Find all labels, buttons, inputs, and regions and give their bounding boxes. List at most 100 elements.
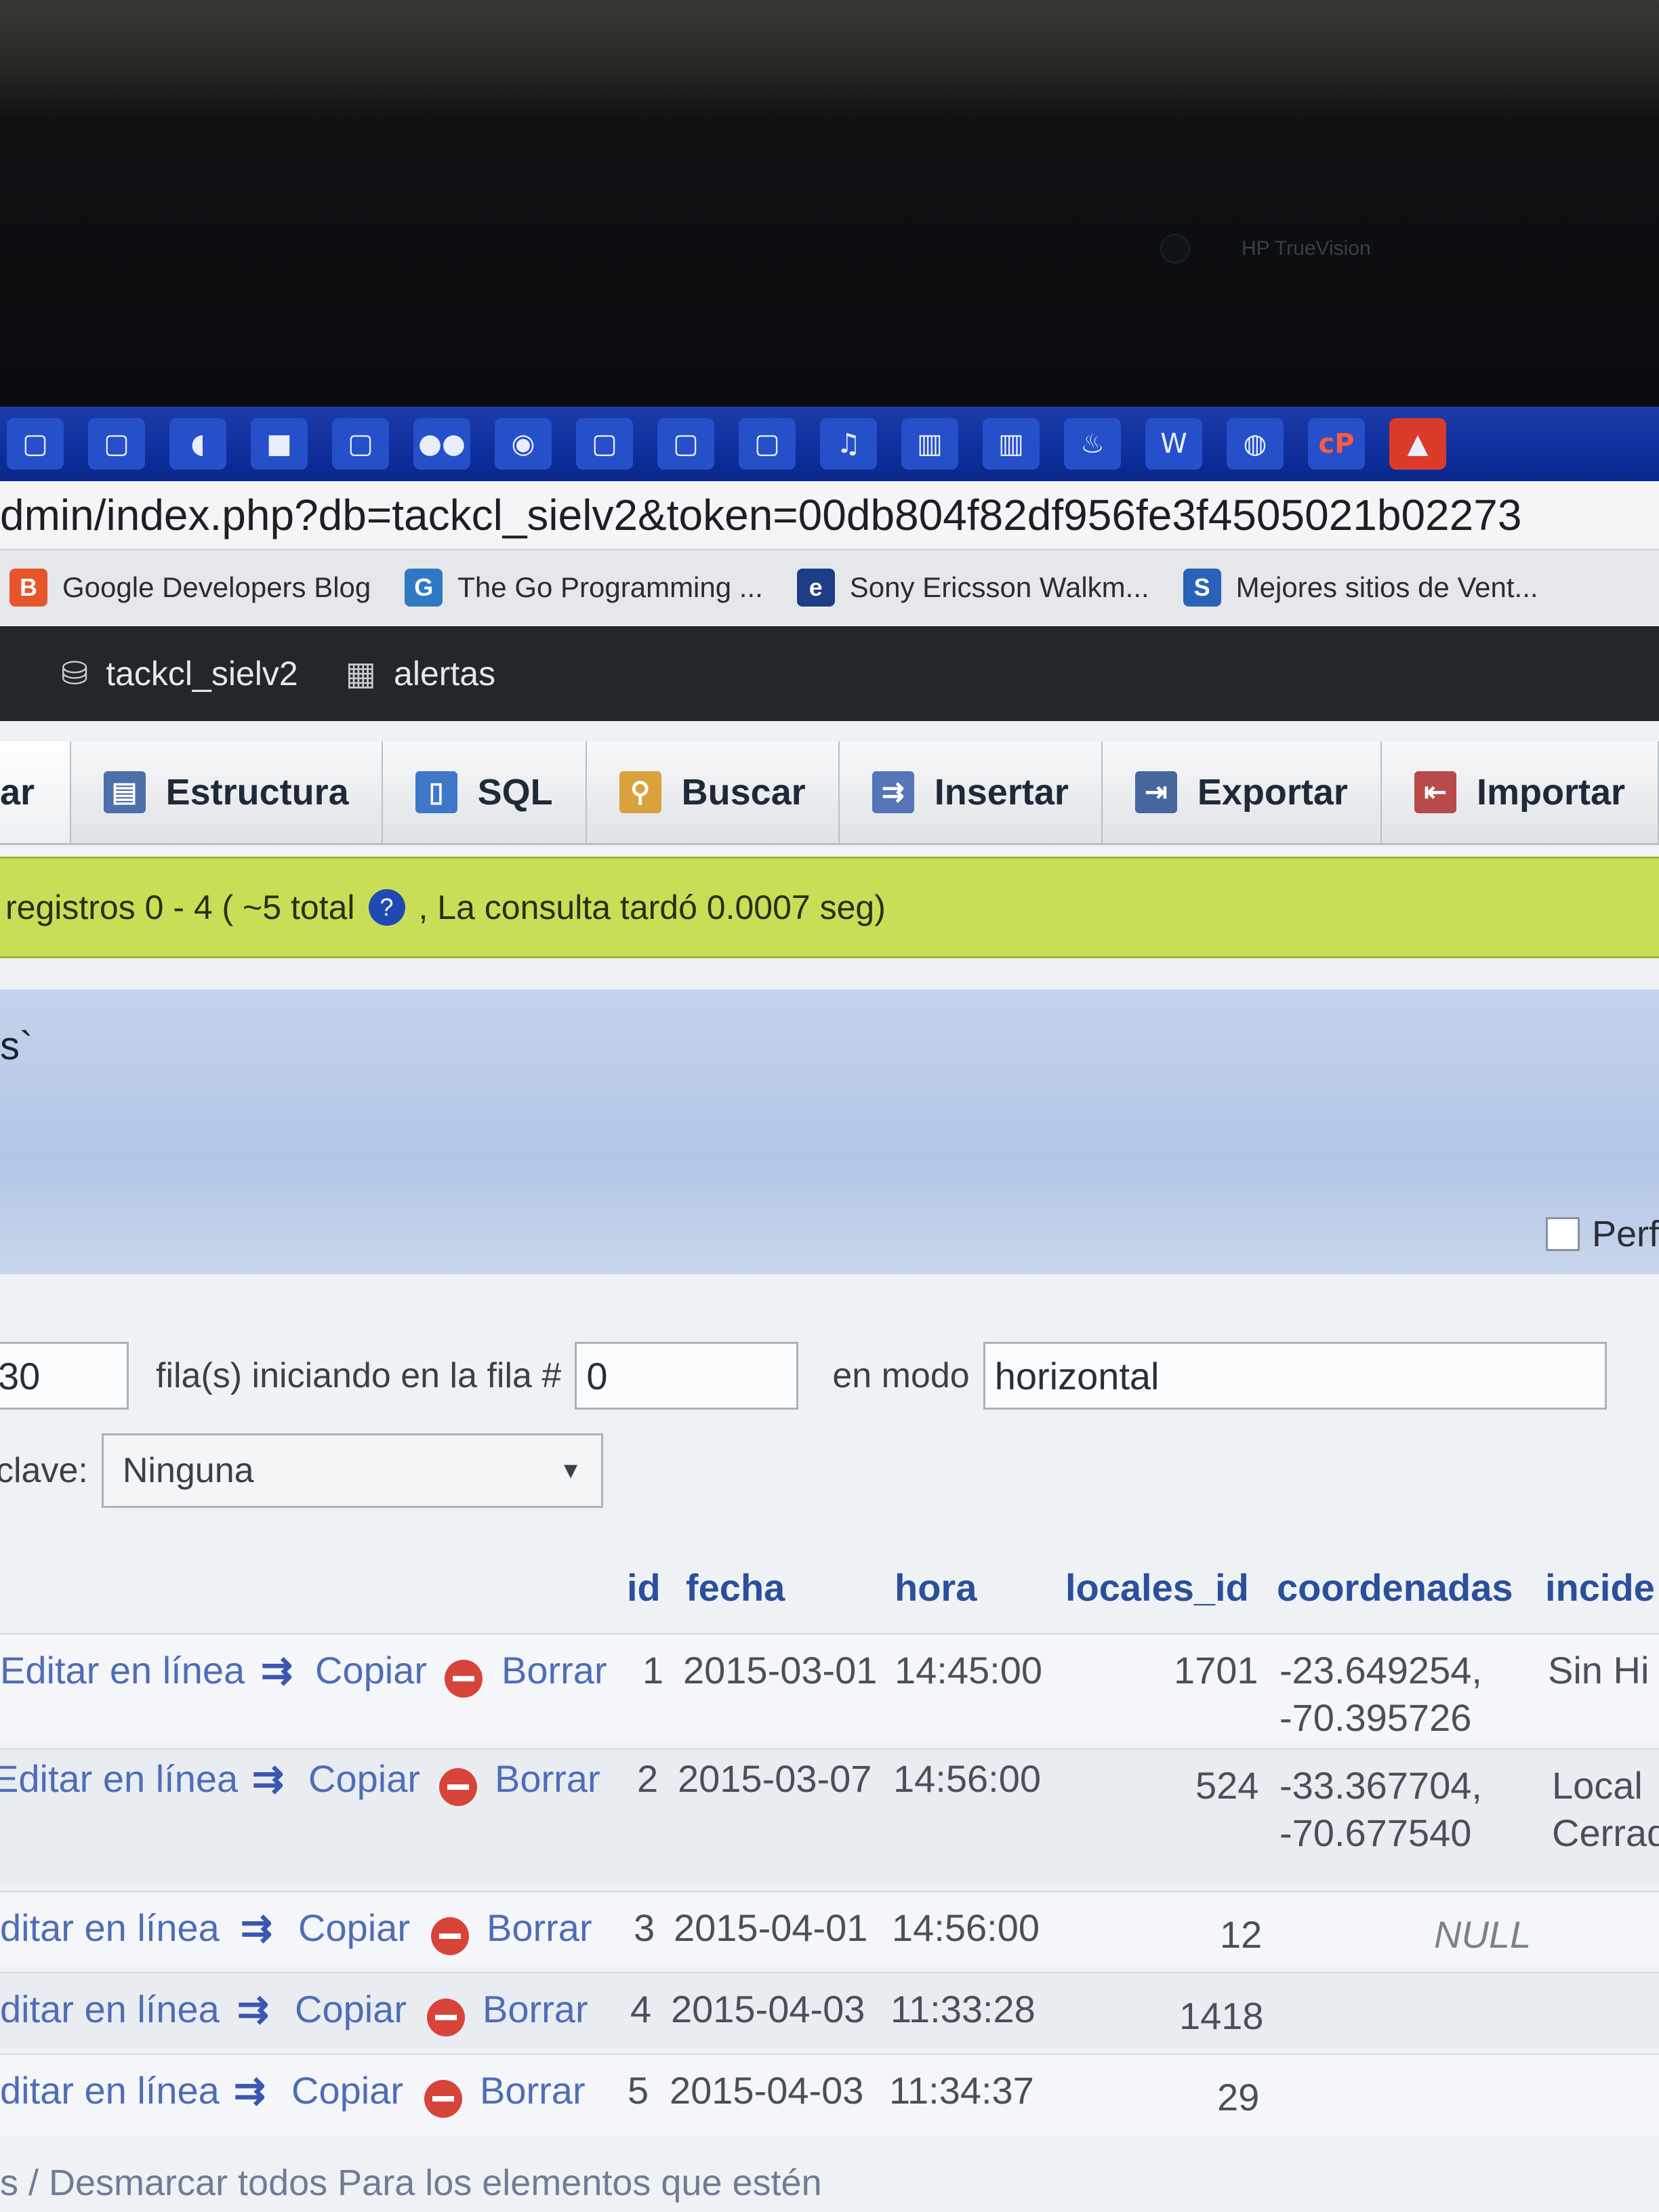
tab-importar[interactable]: ⇤ Importar [1382,741,1659,843]
disk-icon[interactable]: ◍ [1227,418,1284,470]
column-header-incide[interactable]: incide [1545,1565,1655,1610]
tab-examinar[interactable]: ar [0,741,71,843]
window-icon[interactable]: ▥ [983,418,1040,470]
delete-link[interactable]: Borrar [501,1648,607,1692]
cell-incidencia: Local [1552,1764,1643,1807]
status-text-time: , La consulta tardó 0.0007 seg) [418,888,886,926]
bookmark-mejores-sitios[interactable]: S Mejores sitios de Vent... [1183,569,1538,607]
bookmark-label: Sony Ericsson Walkm... [849,571,1149,603]
profiling-label: Perf [1591,1214,1659,1254]
taskbar: ▢ ▢ ◖ ■ ▢ ●● ◉ ▢ ▢ ▢ ♫ ▥ ▥ ♨ W ◍ cP ▲ [0,407,1659,481]
bookmark-google-developers[interactable]: B Google Developers Blog [9,569,371,607]
bookmark-label: Mejores sitios de Vent... [1235,571,1538,603]
chat-icon[interactable]: ◖ [169,418,226,470]
database-icon: ⛁ [61,656,89,692]
delete-link[interactable]: Borrar [483,1987,588,2031]
cell-fecha: 2015-03-01 [683,1649,878,1692]
breadcrumb-table[interactable]: ▦ alertas [346,654,495,693]
window-icon[interactable]: ▥ [901,418,958,470]
tab-estructura[interactable]: ▤ Estructura [71,741,383,843]
music-icon[interactable]: ♫ [820,418,877,470]
column-header-fecha[interactable]: fecha [686,1565,785,1610]
breadcrumb-database[interactable]: ⛁ tackcl_sielv2 [61,654,298,693]
tab-label: Buscar [681,772,806,813]
cell-fecha: 2015-04-03 [671,1988,865,2030]
tab-label: SQL [477,772,553,813]
s-icon: S [1183,569,1221,607]
structure-icon: ▤ [103,771,146,813]
start-row-input[interactable]: 0 [575,1342,799,1410]
copy-icon: ⇉ [234,2069,266,2112]
cell-id: 1 [642,1649,664,1692]
profiling-option[interactable]: Perf [1545,1213,1659,1255]
url-text: dmin/index.php?db=tackcl_sielv2&token=00… [0,491,1522,539]
export-icon: ⇥ [1134,771,1177,813]
help-icon[interactable]: ? [368,889,405,926]
chrome-icon[interactable]: ◉ [495,418,552,470]
flame-icon[interactable]: ♨ [1064,418,1121,470]
copy-link[interactable]: Copiar [298,1906,410,1950]
cell-id: 5 [628,2069,649,2112]
delete-icon [431,1917,469,1956]
profiling-checkbox[interactable] [1545,1217,1580,1251]
bulk-actions-footer[interactable]: s / Desmarcar todos Para los elementos q… [0,2162,822,2204]
bookmark-sony-ericsson[interactable]: e Sony Ericsson Walkm... [796,569,1149,607]
sort-key-select[interactable]: Ninguna ▼ [101,1433,603,1508]
people-icon[interactable]: ●● [413,418,470,470]
table-row: ditar en línea ⇉ Copiar Borrar 4 2015-04… [0,1972,1659,2048]
bookmark-go-programming[interactable]: G The Go Programming ... [405,569,763,607]
copy-link[interactable]: Copiar [295,1987,407,2031]
rows-count-input[interactable]: 30 [0,1342,129,1410]
alert-icon[interactable]: ▲ [1389,418,1446,470]
cell-id: 4 [630,1988,652,2030]
column-header-locales-id[interactable]: locales_id [1065,1565,1249,1610]
tab-label: ar [0,772,35,813]
insert-icon: ⇉ [872,771,914,813]
screen: ▢ ▢ ◖ ■ ▢ ●● ◉ ▢ ▢ ▢ ♫ ▥ ▥ ♨ W ◍ cP ▲ dm… [0,407,1659,2212]
edit-inline-link[interactable]: ditar en línea [0,1987,220,2031]
edit-inline-link[interactable]: ditar en línea [0,1906,220,1950]
column-header-hora[interactable]: hora [895,1565,977,1610]
cell-locales-id: 1701 [1174,1649,1258,1692]
column-header-id[interactable]: id [627,1565,661,1610]
delete-link[interactable]: Borrar [495,1757,600,1801]
tab-label: Estructura [165,772,349,813]
file-icon[interactable]: ▢ [657,418,714,470]
edit-inline-link[interactable]: Editar en línea [0,1757,238,1801]
tab-sql[interactable]: ▯ SQL [383,741,587,843]
table-row: Editar en línea ⇉ Copiar Borrar 2 2015-0… [0,1748,1659,1885]
file-icon[interactable]: ▢ [739,418,796,470]
blogger-icon: B [9,569,47,607]
breadcrumb: ⛁ tackcl_sielv2 ▦ alertas [0,626,1659,721]
copy-icon: ⇉ [241,1906,272,1949]
column-header-coordenadas[interactable]: coordenadas [1277,1565,1513,1610]
cell-hora: 11:34:37 [889,2069,1034,2112]
file-icon[interactable]: ▢ [88,418,145,470]
cp-icon[interactable]: cP [1308,418,1365,470]
file-icon[interactable]: ▢ [332,418,389,470]
address-bar[interactable]: dmin/index.php?db=tackcl_sielv2&token=00… [0,481,1659,550]
w-icon[interactable]: W [1145,418,1202,470]
tab-buscar[interactable]: ⚲ Buscar [587,741,840,843]
tab-insertar[interactable]: ⇉ Insertar [840,741,1103,843]
gopher-icon: G [405,569,443,607]
cell-incidencia: Sin Hi [1548,1649,1650,1692]
mode-input[interactable]: horizontal [983,1342,1607,1410]
file-icon[interactable]: ▢ [576,418,633,470]
delete-link[interactable]: Borrar [480,2068,586,2112]
copy-link[interactable]: Copiar [308,1757,420,1801]
dark-square-icon[interactable]: ■ [251,418,308,470]
cell-hora: 14:56:00 [892,1906,1040,1949]
tab-exportar[interactable]: ⇥ Exportar [1103,741,1382,843]
edit-inline-link[interactable]: ditar en línea [0,2068,220,2112]
table-name: alertas [394,655,496,693]
copy-link[interactable]: Copiar [291,2068,403,2112]
copy-link[interactable]: Copiar [315,1648,427,1692]
sort-key-controls: clave: Ninguna ▼ [0,1430,678,1511]
e-icon: e [796,569,835,607]
edit-inline-link[interactable]: Editar en línea [0,1648,245,1692]
delete-link[interactable]: Borrar [487,1906,592,1950]
key-label: clave: [0,1451,88,1490]
cell-coordenadas-null: NULL [1434,1913,1532,1956]
file-icon[interactable]: ▢ [7,418,64,470]
